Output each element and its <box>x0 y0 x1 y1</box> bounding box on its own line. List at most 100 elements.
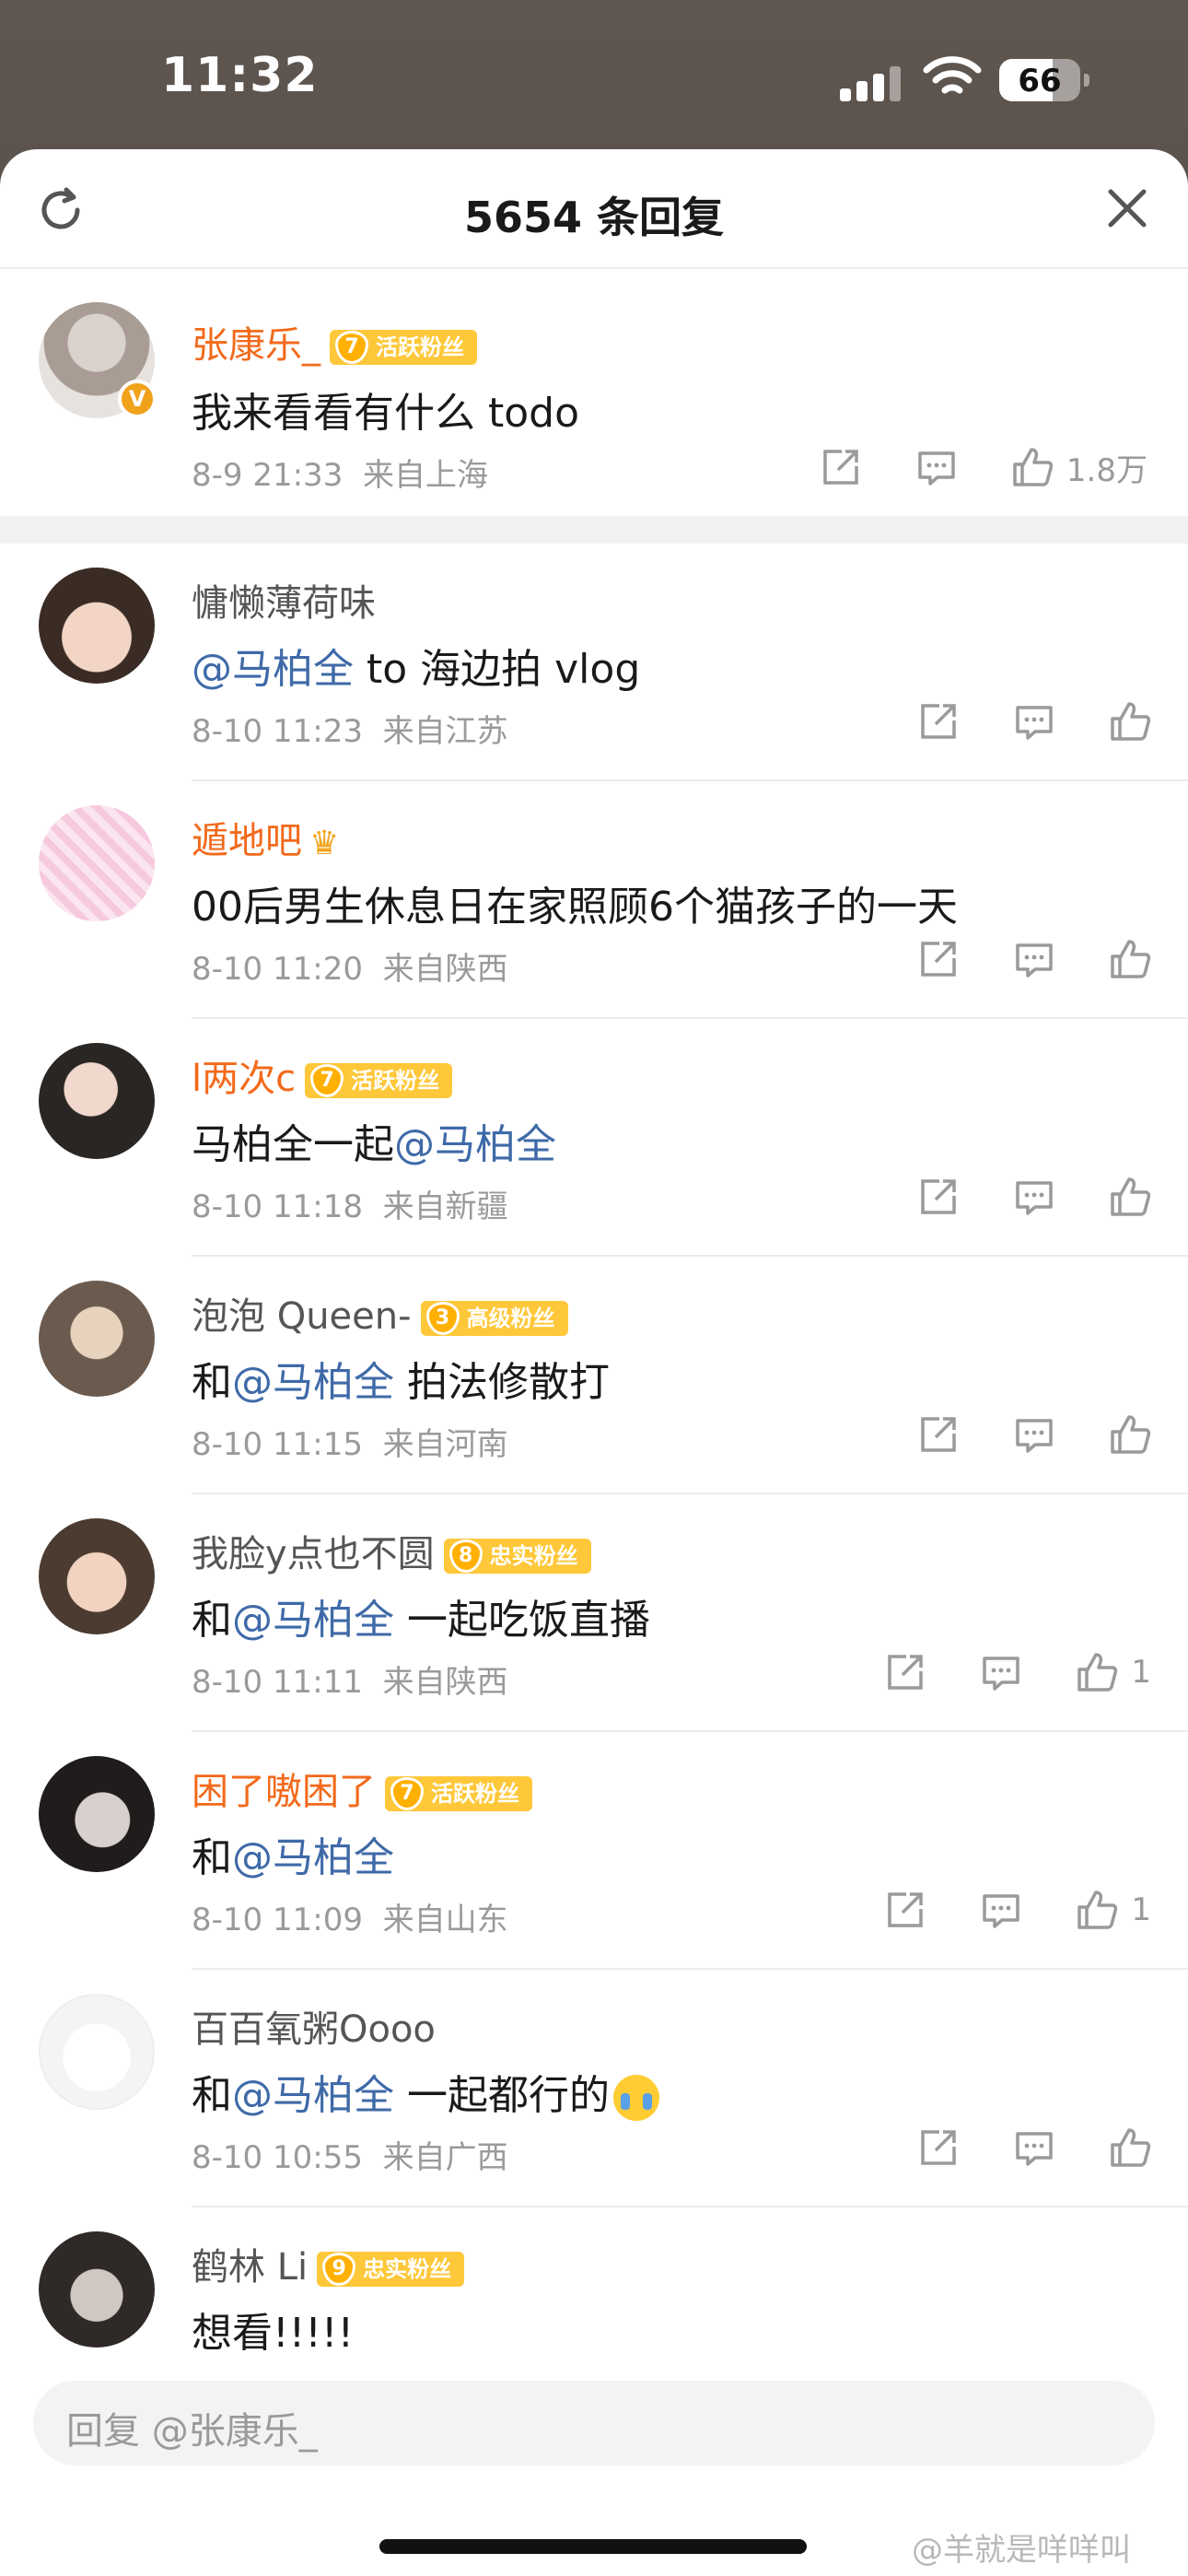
mention-link[interactable]: @马柏全 <box>232 1834 394 1881</box>
comment-icon <box>1016 2132 1053 2166</box>
close-icon[interactable] <box>1105 186 1149 230</box>
like-button[interactable] <box>1109 700 1151 743</box>
mention-link[interactable]: @马柏全 <box>232 2072 394 2119</box>
comment-author[interactable]: 鹤林 Li 9 忠实粉丝 <box>192 2237 465 2290</box>
comment-actions: 1.8万 <box>766 444 1147 490</box>
author-name[interactable]: 遁地吧 <box>192 820 302 862</box>
like-button[interactable]: 1 <box>1076 1651 1151 1693</box>
reply-button[interactable] <box>1013 938 1055 980</box>
like-button[interactable] <box>1109 1413 1151 1456</box>
avatar[interactable] <box>39 1043 155 1159</box>
reply-input[interactable]: 回复 @张康乐_ <box>33 2381 1155 2465</box>
comment-location: 来自河南 <box>382 1426 508 1463</box>
comment-time: 8-10 11:15 <box>192 1426 363 1463</box>
comment-meta: 8-10 11:18 来自新疆 <box>192 1181 508 1226</box>
comment-icon <box>1016 1419 1053 1453</box>
home-indicator <box>379 2539 807 2554</box>
crying-emoji-icon <box>613 2075 659 2121</box>
avatar[interactable] <box>39 1994 155 2110</box>
share-button[interactable] <box>917 2126 960 2169</box>
author-name[interactable]: 慵懒薄荷味 <box>192 573 376 626</box>
share-icon <box>888 1892 924 1927</box>
comment-actions <box>864 1174 1151 1220</box>
comment-author[interactable]: 困了嗷困了 7 活跃粉丝 <box>192 1762 532 1815</box>
fan-level: 7 <box>390 1777 424 1810</box>
share-button[interactable] <box>917 1413 960 1456</box>
reply-button[interactable] <box>1013 700 1055 743</box>
reply-item: 我脸y点也不圆 8 忠实粉丝 和@马柏全 一起吃饭直播 8-10 11:11 来自陕… <box>0 1494 1188 1732</box>
comment-actions <box>864 698 1151 744</box>
reply-button[interactable] <box>1013 1176 1055 1218</box>
author-name[interactable]: 泡泡 Queen- <box>192 1295 412 1338</box>
like-button[interactable] <box>1109 938 1151 980</box>
fan-badge-text: 活跃粉丝 <box>431 1781 519 1807</box>
reply-count-title: 5654 条回复 <box>463 193 725 242</box>
avatar[interactable] <box>39 1756 155 1872</box>
author-name[interactable]: 困了嗷困了 <box>192 1771 376 1813</box>
comment-text: 和@马柏全 一起都行的 <box>192 2062 659 2121</box>
mention-link[interactable]: @马柏全 <box>192 646 354 693</box>
share-icon <box>921 2130 956 2165</box>
battery-icon: 66 <box>999 59 1089 101</box>
fan-level: 7 <box>310 1064 344 1097</box>
mention-link[interactable]: @马柏全 <box>394 1121 556 1168</box>
like-button[interactable] <box>1109 1176 1151 1218</box>
comment-text-body: 和 <box>192 1359 232 1406</box>
reply-button[interactable] <box>915 446 958 488</box>
reply-button[interactable] <box>1013 2126 1055 2169</box>
comment-author[interactable]: 泡泡 Queen- 3 高级粉丝 <box>192 1286 568 1340</box>
comment-meta: 8-10 11:15 来自河南 <box>192 1419 508 1464</box>
comment-text: 马柏全一起@马柏全 <box>192 1111 556 1170</box>
thumbs-up-icon <box>1111 1177 1151 1216</box>
comment-author[interactable]: l两次c 7 活跃粉丝 <box>192 1048 453 1102</box>
fan-badge: 7 活跃粉丝 <box>330 330 477 365</box>
status-time: 11:32 <box>161 48 319 103</box>
thumbs-up-icon <box>1077 1891 1118 1929</box>
share-button[interactable] <box>820 446 862 488</box>
comment-author[interactable]: 张康乐_ 7 活跃粉丝 <box>192 315 477 369</box>
like-button[interactable] <box>1109 2126 1151 2169</box>
comment-time: 8-10 10:55 <box>192 2139 363 2176</box>
share-button[interactable] <box>884 1651 926 1693</box>
avatar[interactable] <box>39 2231 155 2348</box>
sheet-header: 5654 条回复 <box>0 149 1188 269</box>
reply-item: l两次c 7 活跃粉丝 马柏全一起@马柏全 8-10 11:18 来自新疆 <box>0 1019 1188 1257</box>
mention-link[interactable]: @马柏全 <box>232 1359 394 1406</box>
author-name[interactable]: 我脸y点也不圆 <box>192 1533 435 1575</box>
share-button[interactable] <box>917 700 960 743</box>
comment-actions <box>864 1411 1151 1458</box>
signal-icon <box>840 64 904 101</box>
author-name[interactable]: 张康乐_ <box>192 324 320 367</box>
comment-time: 8-10 11:11 <box>192 1664 363 1701</box>
share-button[interactable] <box>917 938 960 980</box>
comment-location: 来自陕西 <box>382 951 508 988</box>
comment-meta: 8-10 11:23 来自江苏 <box>192 706 508 751</box>
reply-button[interactable] <box>1013 1413 1055 1456</box>
comment-icon <box>1016 706 1053 740</box>
reply-button[interactable] <box>980 1889 1022 1931</box>
avatar[interactable] <box>39 805 155 921</box>
share-icon <box>823 450 858 485</box>
reply-button[interactable] <box>980 1651 1022 1693</box>
avatar[interactable] <box>39 568 155 684</box>
comment-author[interactable]: 我脸y点也不圆 8 忠实粉丝 <box>192 1524 591 1577</box>
mention-link[interactable]: @马柏全 <box>232 1597 394 1644</box>
status-bar: 11:32 66 <box>0 0 1188 147</box>
fan-level: 3 <box>425 1302 460 1335</box>
author-name[interactable]: 百百氧粥Oooo <box>192 1999 436 2053</box>
like-button[interactable]: 1 <box>1076 1889 1151 1931</box>
comment-text-body: to 海边拍 vlog <box>354 646 641 693</box>
thumbs-up-icon <box>1111 1415 1151 1454</box>
author-name[interactable]: l两次c <box>192 1058 296 1100</box>
crown-icon: ♛ <box>309 824 340 862</box>
avatar[interactable] <box>39 1281 155 1397</box>
like-button[interactable]: 1.8万 <box>1011 445 1147 490</box>
share-button[interactable] <box>884 1889 926 1931</box>
comment-text-body: 一起都行的 <box>394 2072 610 2119</box>
reply-item: 慵懒薄荷味 @马柏全 to 海边拍 vlog 8-10 11:23 来自江苏 <box>0 544 1188 781</box>
comment-author[interactable]: 遁地吧 ♛ <box>192 811 339 864</box>
author-name[interactable]: 鹤林 Li <box>192 2246 308 2289</box>
fan-level: 8 <box>448 1540 483 1573</box>
share-button[interactable] <box>917 1176 960 1218</box>
avatar[interactable] <box>39 1518 155 1634</box>
